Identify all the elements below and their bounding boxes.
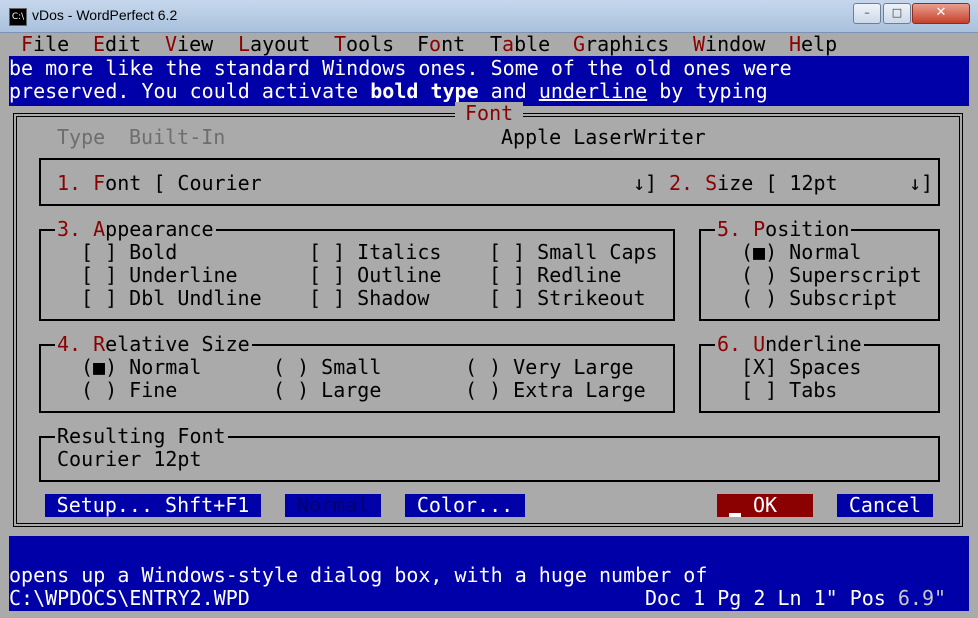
window-title: vDos - WordPerfect 6.2	[32, 7, 178, 23]
menu-file[interactable]: File	[21, 33, 69, 56]
maximize-button[interactable]: □	[883, 3, 911, 24]
minimize-button[interactable]: –	[853, 3, 881, 24]
checkbox-outline[interactable]: [ ] Outline	[309, 264, 441, 287]
resulting-font-value: Courier 12pt	[57, 447, 202, 471]
radio-size-fine[interactable]: ( ) Fine	[81, 379, 177, 402]
menu-window[interactable]: Window	[693, 33, 765, 56]
resulting-font-legend: Resulting Font	[55, 424, 228, 448]
cancel-button[interactable]: Cancel	[837, 494, 933, 517]
checkbox-underline[interactable]: [ ] Underline	[81, 264, 238, 287]
checkbox-italics[interactable]: [ ] Italics	[309, 241, 441, 264]
checkbox-underline-tabs[interactable]: [ ] Tabs	[741, 379, 837, 402]
printer-name: Apple LaserWriter	[501, 125, 706, 149]
underline-legend: 6. Underline	[715, 332, 864, 356]
menu-tools[interactable]: Tools	[334, 33, 394, 56]
color-button[interactable]: Color...	[405, 494, 525, 517]
status-position: Doc 1 Pg 2 Ln 1" Pos 6.9"	[645, 586, 947, 610]
checkbox-bold[interactable]: [ ] Bold	[81, 241, 177, 264]
document-text-line-3: opens up a Windows-style dialog box, wit…	[9, 563, 708, 587]
checkbox-dbl-undline[interactable]: [ ] Dbl Undline	[81, 287, 262, 310]
menu-table[interactable]: Table	[490, 33, 550, 56]
menu-font[interactable]: Font	[417, 33, 465, 56]
appearance-legend: 3. Appearance	[55, 217, 216, 241]
checkbox-small-caps[interactable]: [ ] Small Caps	[489, 241, 658, 264]
position-legend: 5. Position	[715, 217, 852, 241]
checkbox-shadow[interactable]: [ ] Shadow	[309, 287, 429, 310]
relative-size-legend: 4. Relative Size	[55, 332, 252, 356]
radio-size-very-large[interactable]: ( ) Very Large	[465, 356, 634, 379]
file-path: C:\WPDOCS\ENTRY2.WPD	[9, 586, 250, 610]
document-text-line-2: preserved. You could activate bold type …	[9, 79, 768, 103]
radio-size-small[interactable]: ( ) Small	[273, 356, 381, 379]
menu-edit[interactable]: Edit	[93, 33, 141, 56]
radio-size-normal[interactable]: (■) Normal	[81, 356, 201, 379]
setup-button[interactable]: Setup... Shft+F1	[45, 494, 261, 517]
radio-subscript[interactable]: ( ) Subscript	[741, 287, 898, 310]
menu-layout[interactable]: Layout	[238, 33, 310, 56]
checkbox-redline[interactable]: [ ] Redline	[489, 264, 621, 287]
menu-help[interactable]: Help	[789, 33, 837, 56]
radio-position-normal[interactable]: (■) Normal	[741, 241, 861, 264]
font-dropdown[interactable]: 1. Font [ Courier	[57, 172, 262, 195]
menu-graphics[interactable]: Graphics	[573, 33, 669, 56]
dialog-title: Font	[455, 102, 524, 125]
underline-text-sample: underline	[538, 79, 648, 103]
type-label: Type	[57, 125, 106, 149]
console-app-icon[interactable]: C:\	[9, 8, 27, 26]
close-button[interactable]: ✕	[912, 3, 970, 24]
size-dropdown[interactable]: 2. Size [ 12pt	[669, 172, 838, 195]
checkbox-strikeout[interactable]: [ ] Strikeout	[489, 287, 646, 310]
type-value: Built-In	[129, 125, 226, 149]
checkbox-underline-spaces[interactable]: [X] Spaces	[741, 356, 861, 379]
radio-size-extra-large[interactable]: ( ) Extra Large	[465, 379, 646, 402]
menu-view[interactable]: View	[165, 33, 213, 56]
radio-size-large[interactable]: ( ) Large	[273, 379, 381, 402]
bold-text-sample: bold type	[370, 79, 479, 103]
normal-button[interactable]: Normal	[285, 494, 381, 517]
font-dropdown-arrow[interactable]: ↓]	[633, 172, 657, 195]
menu-bar: File Edit View Layout Tools Font Table G…	[9, 33, 969, 56]
document-text-line-1: be more like the standard Windows ones. …	[9, 56, 792, 80]
radio-superscript[interactable]: ( ) Superscript	[741, 264, 922, 287]
text-cursor	[729, 513, 741, 517]
size-dropdown-arrow[interactable]: ↓]	[909, 172, 933, 195]
